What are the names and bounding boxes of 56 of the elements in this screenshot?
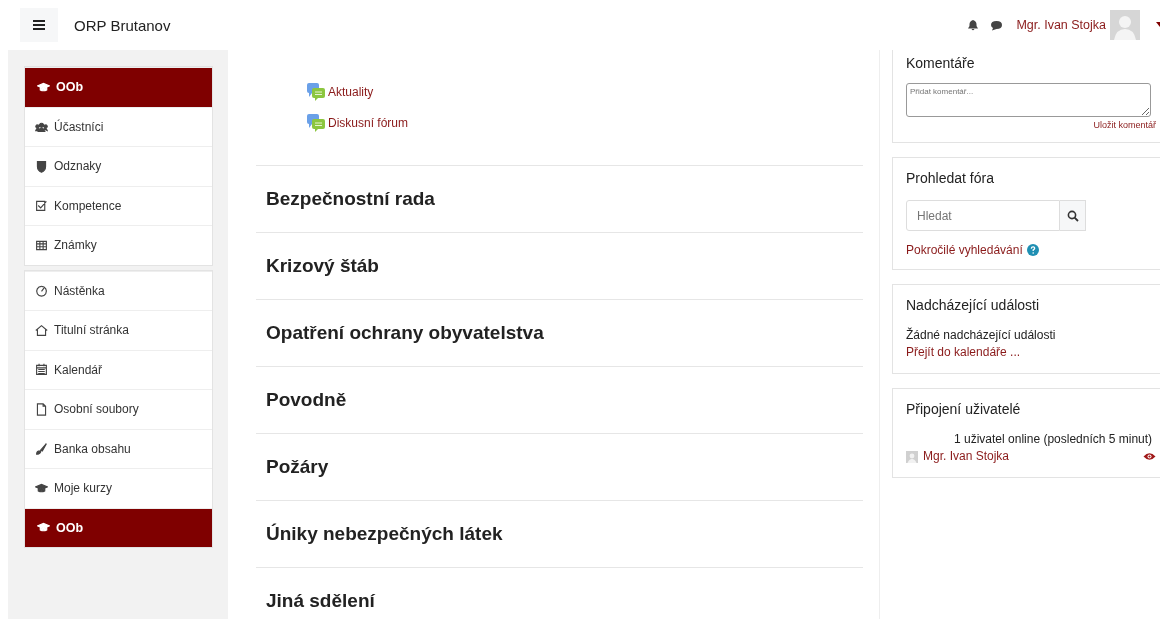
search-field[interactable]: Hledat <box>906 200 1060 231</box>
graduation-cap-icon <box>37 80 50 94</box>
no-events-text: Žádné nadcházející události <box>906 327 1057 344</box>
sidebar-item[interactable]: OOb <box>25 507 212 547</box>
chat-icon[interactable] <box>990 19 1004 31</box>
sidebar-item[interactable]: Moje kurzy <box>25 468 212 508</box>
comment-field[interactable]: Přidat komentář... <box>906 83 1151 117</box>
checkbox-icon <box>35 199 48 213</box>
gauge-icon <box>35 284 48 298</box>
section-title: Bezpečnostní rada <box>266 188 435 210</box>
help-icon[interactable] <box>1026 244 1039 256</box>
sidebar-item[interactable]: Titulní stránka <box>25 310 212 350</box>
menu-icon <box>33 20 45 30</box>
sidebar-item[interactable]: Odznaky <box>25 146 212 186</box>
sidebar-item[interactable]: OOb <box>25 67 212 107</box>
graduation-cap-icon <box>35 481 48 495</box>
forum-icon <box>306 112 326 133</box>
sidebar-item[interactable]: Účastníci <box>25 106 212 146</box>
block-title: Komentáře <box>906 55 976 71</box>
avatar-icon <box>906 450 918 463</box>
sidebar-item[interactable]: Banka obsahu <box>25 428 212 468</box>
shield-icon <box>35 159 48 173</box>
eye-icon[interactable] <box>1143 452 1156 461</box>
save-comment-link[interactable]: Uložit komentář <box>1093 120 1156 130</box>
menu-button[interactable] <box>20 8 58 42</box>
bell-icon[interactable] <box>967 19 980 31</box>
sidebar-item[interactable]: Kompetence <box>25 185 212 225</box>
file-icon <box>35 402 48 416</box>
brush-icon <box>35 442 48 456</box>
block-title: Nadcházející události <box>906 297 1041 313</box>
section-title: Opatření ochrany obyvatelstva <box>266 322 544 344</box>
block-title: Připojení uživatelé <box>906 401 1022 417</box>
site-name[interactable]: ORP Brutanov <box>74 16 171 34</box>
section-title: Jiná sdělení <box>266 590 375 612</box>
activity-link[interactable]: Aktuality <box>328 84 374 99</box>
user-link[interactable]: Mgr. Ivan Stojka <box>923 448 1010 465</box>
forum-icon <box>306 81 326 102</box>
section-title: Povodně <box>266 389 347 411</box>
online-summary: 1 uživatel online (posledních 5 minut) <box>953 431 1154 448</box>
search-icon <box>1066 209 1079 222</box>
search-button[interactable] <box>1060 200 1086 231</box>
calendar-icon <box>35 363 48 377</box>
user-name[interactable]: Mgr. Ivan Stojka <box>1016 18 1106 32</box>
section-title: Krizový štáb <box>266 255 379 277</box>
section-title: Úniky nebezpečných látek <box>266 523 503 545</box>
grid-icon <box>35 238 48 252</box>
sidebar-item[interactable]: Nástěnka <box>25 270 212 310</box>
advanced-search-link[interactable]: Pokročilé vyhledávání <box>906 243 1023 257</box>
sidebar-item[interactable]: Osobní soubory <box>25 389 212 429</box>
activity-link[interactable]: Diskusní fórum <box>328 115 409 130</box>
sidebar-item[interactable]: Kalendář <box>25 349 212 389</box>
sidebar-item[interactable]: Známky <box>25 225 212 265</box>
calendar-link[interactable]: Přejít do kalendáře ... <box>906 344 1160 361</box>
home-icon <box>35 323 48 337</box>
block-title: Prohledat fóra <box>906 170 995 186</box>
section-title: Požáry <box>266 456 329 478</box>
